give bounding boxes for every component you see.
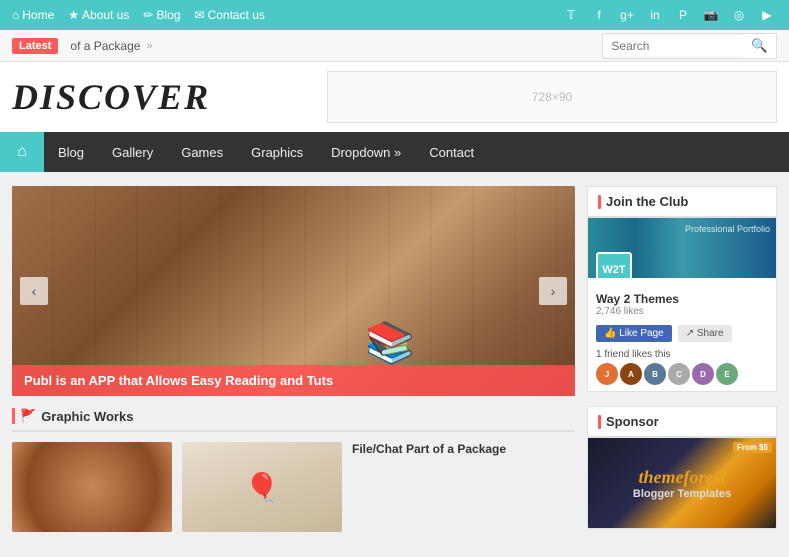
nav-contact-link[interactable]: ✉ Contact us (195, 8, 265, 22)
pencil-icon: ✏ (143, 8, 153, 22)
friend-avatars: J A B C D E (588, 363, 776, 391)
sponsor-widget-title: Sponsor (588, 407, 776, 438)
post-thumbnail-2[interactable]: 🎈 (182, 442, 342, 532)
post-thumbnail-1[interactable] (12, 442, 172, 532)
main-column: ‹ › Publ is an APP that Allows Easy Read… (12, 186, 575, 543)
nav-about-link[interactable]: ★ About us (68, 8, 129, 22)
nav-home-button[interactable]: ⌂ (0, 132, 44, 172)
featured-slider: ‹ › Publ is an APP that Allows Easy Read… (12, 186, 575, 396)
friend-avatar-5: D (692, 363, 714, 385)
youtube-icon[interactable]: ▶ (757, 5, 777, 25)
site-logo: DISCOVER (12, 76, 210, 118)
ticker-arrow: » (146, 40, 152, 52)
instagram-icon[interactable]: 📷 (701, 5, 721, 25)
nav-dropdown[interactable]: Dropdown » (317, 132, 415, 172)
search-input[interactable] (603, 36, 743, 56)
sponsor-widget: Sponsor From $5 themeforest Blogger Temp… (587, 406, 777, 529)
nav-contact[interactable]: Contact (415, 132, 488, 172)
nav-blog-label: Blog (156, 8, 180, 22)
search-button[interactable]: 🔍 (743, 34, 776, 58)
fb-share-button[interactable]: ↗ Share (678, 325, 732, 342)
friend-avatar-6: E (716, 363, 738, 385)
sponsor-widget-body: From $5 themeforest Blogger Templates (588, 438, 776, 528)
friend-avatar-4: C (668, 363, 690, 385)
dribbble-icon[interactable]: ◎ (729, 5, 749, 25)
pinterest-icon[interactable]: P (673, 5, 693, 25)
content-area: ‹ › Publ is an APP that Allows Easy Read… (0, 172, 789, 557)
ticker-label: Latest (12, 38, 58, 54)
sidebar: Join the Club W2T Way 2 Themes 2,746 lik… (587, 186, 777, 543)
nav-contact-label: Contact us (208, 8, 265, 22)
post-2-title: File/Chat Part of a Package (352, 442, 575, 456)
facebook-icon[interactable]: f (589, 5, 609, 25)
ticker-bar: Latest of a Package » 🔍 (0, 30, 789, 62)
top-nav: ⌂ Home ★ About us ✏ Blog ✉ Contact us (12, 8, 265, 22)
join-widget: Join the Club W2T Way 2 Themes 2,746 lik… (587, 186, 777, 392)
chevron-right-icon: › (551, 283, 556, 299)
nav-blog[interactable]: Blog (44, 132, 98, 172)
title-bar-icon (598, 195, 601, 209)
nav-home-label: Home (22, 8, 54, 22)
sponsor-brand-name: themeforest (639, 467, 726, 488)
linkedin-icon[interactable]: in (645, 5, 665, 25)
sponsor-title-bar-icon (598, 415, 601, 429)
fb-page-name: Way 2 Themes (596, 292, 768, 306)
nav-about-label: About us (82, 8, 129, 22)
top-bar: ⌂ Home ★ About us ✏ Blog ✉ Contact us 𝕋 … (0, 0, 789, 30)
post-2-info: File/Chat Part of a Package (352, 442, 575, 532)
nav-blog-link[interactable]: ✏ Blog (143, 8, 180, 22)
slider-caption: Publ is an APP that Allows Easy Reading … (12, 365, 575, 396)
googleplus-icon[interactable]: g+ (617, 5, 637, 25)
header-ad-banner: 728×90 (327, 71, 777, 123)
nav-gallery[interactable]: Gallery (98, 132, 167, 172)
ticker-text: of a Package (70, 39, 140, 53)
sponsor-corner-badge: From $5 (733, 442, 772, 453)
sponsor-sub-text: Blogger Templates (633, 488, 731, 500)
home-icon: ⌂ (12, 8, 19, 22)
slider-next-button[interactable]: › (539, 277, 567, 305)
twitter-icon[interactable]: 𝕋 (561, 5, 581, 25)
section-icon: 🚩 (20, 408, 36, 424)
fb-likes-count: 2,746 likes (596, 306, 768, 317)
fb-cover-image: W2T (588, 218, 776, 278)
social-links: 𝕋 f g+ in P 📷 ◎ ▶ (561, 5, 777, 25)
nav-games[interactable]: Games (167, 132, 237, 172)
fb-page-info: Way 2 Themes 2,746 likes (588, 278, 776, 321)
join-title-text: Join the Club (606, 194, 688, 209)
section-title: Graphic Works (41, 409, 133, 424)
sponsor-title-text: Sponsor (606, 414, 659, 429)
ticker-content: Latest of a Package » (12, 38, 602, 54)
graphic-works-label: 🚩 Graphic Works (12, 408, 133, 424)
fb-friend-text: 1 friend likes this (588, 346, 776, 363)
fb-avatar: W2T (596, 252, 632, 278)
nav-home-link[interactable]: ⌂ Home (12, 8, 54, 22)
balloon-icon: 🎈 (245, 471, 280, 504)
envelope-icon: ✉ (195, 8, 205, 22)
ad-size-label: 728×90 (532, 90, 572, 104)
fb-actions: 👍 Like Page ↗ Share (588, 321, 776, 346)
slider-prev-button[interactable]: ‹ (20, 277, 48, 305)
friend-avatar-2: A (620, 363, 642, 385)
main-nav: ⌂ Blog Gallery Games Graphics Dropdown »… (0, 132, 789, 172)
graphic-works-heading: 🚩 Graphic Works (12, 408, 575, 432)
sponsor-image[interactable]: From $5 themeforest Blogger Templates (588, 438, 776, 528)
home-nav-icon: ⌂ (17, 143, 27, 161)
nav-graphics[interactable]: Graphics (237, 132, 317, 172)
nav-items: Blog Gallery Games Graphics Dropdown » C… (44, 132, 488, 172)
search-box: 🔍 (602, 33, 777, 59)
friend-avatar-3: B (644, 363, 666, 385)
chevron-left-icon: ‹ (32, 283, 37, 299)
fb-like-button[interactable]: 👍 Like Page (596, 325, 672, 342)
friend-avatar-1: J (596, 363, 618, 385)
join-widget-body: W2T Way 2 Themes 2,746 likes 👍 Like Page… (588, 218, 776, 391)
star-icon: ★ (68, 8, 79, 22)
post-grid: 🎈 File/Chat Part of a Package (12, 442, 575, 532)
join-widget-title: Join the Club (588, 187, 776, 218)
header: DISCOVER 728×90 (0, 62, 789, 132)
post-2-row: 🎈 File/Chat Part of a Package (182, 442, 575, 532)
